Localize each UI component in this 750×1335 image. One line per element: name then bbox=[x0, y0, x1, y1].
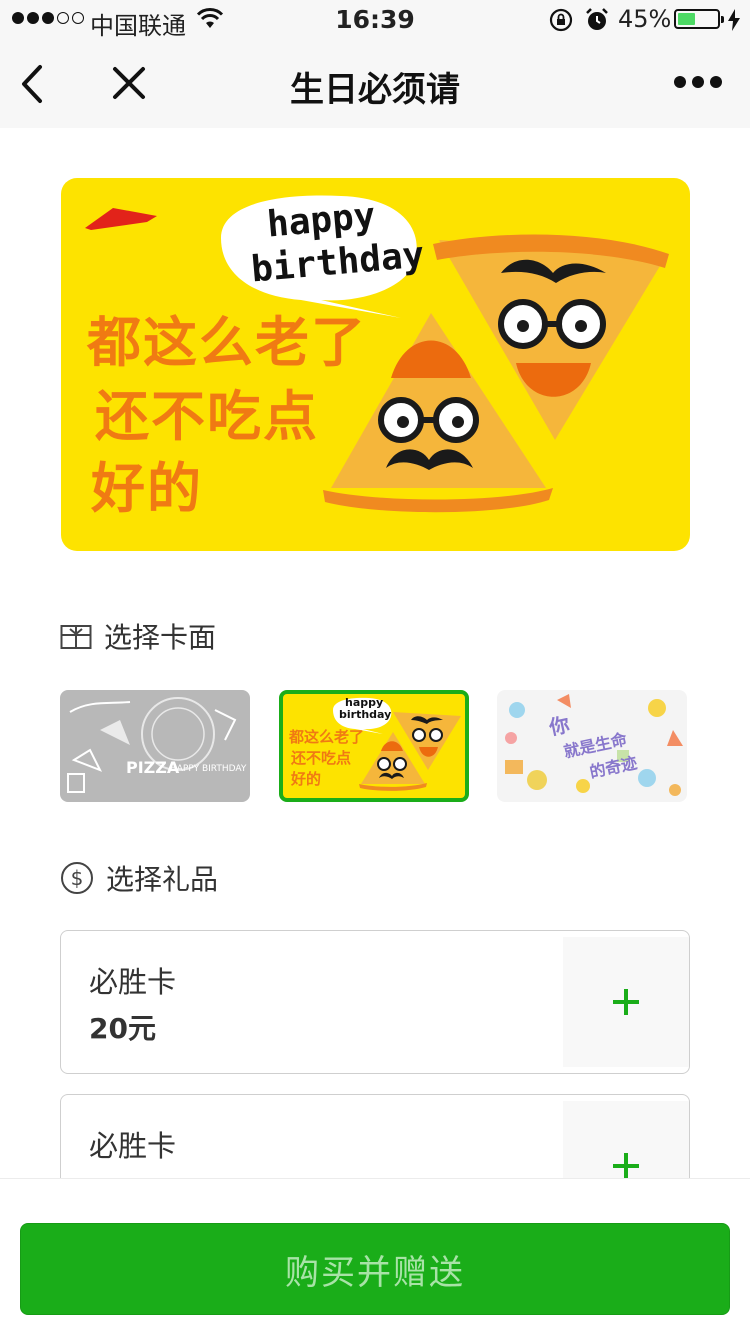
card-face-option-gray[interactable]: PIZZA HAPPY BIRTHDAY bbox=[60, 690, 250, 802]
charging-bolt-icon bbox=[728, 9, 740, 31]
slogan-line3: 好的 bbox=[91, 457, 203, 520]
gift-item: 必胜卡 20元 bbox=[60, 930, 690, 1074]
navigation-bar: 生日必须请 bbox=[0, 40, 750, 128]
gift-name: 必胜卡 bbox=[89, 965, 177, 999]
thumbnail-yellow-speech2: birthday bbox=[339, 708, 392, 721]
alarm-icon bbox=[586, 8, 608, 30]
gift-price: 20元 bbox=[89, 1012, 156, 1045]
gift-section-label: 选择礼品 bbox=[106, 863, 219, 896]
slogan-line2: 还不吃点 bbox=[95, 385, 319, 448]
slogan-line1: 都这么老了 bbox=[87, 311, 367, 374]
thumbnail-yellow-slogan1: 都这么老了 bbox=[289, 728, 365, 746]
pizza-hut-logo-icon bbox=[85, 208, 157, 230]
page-title: 生日必须请 bbox=[290, 70, 460, 110]
battery-icon bbox=[674, 9, 724, 29]
card-face-section-header: 选择卡面 bbox=[60, 616, 216, 656]
gift-box-icon bbox=[60, 625, 92, 649]
thumbnail-yellow-slogan2: 还不吃点 bbox=[291, 749, 352, 767]
card-face-option-yellow-selected[interactable]: happy birthday 都这么老了 还不吃点 好的 bbox=[279, 690, 469, 802]
rotation-lock-icon bbox=[549, 8, 573, 32]
gift-section-header: $ 选择礼品 bbox=[60, 858, 218, 898]
plus-icon bbox=[613, 989, 639, 1015]
more-dots-icon[interactable] bbox=[674, 76, 722, 88]
dollar-circle-icon: $ bbox=[61, 862, 93, 894]
status-bar: 中国联通 16:39 45% bbox=[0, 0, 750, 40]
add-gift-button[interactable] bbox=[563, 937, 689, 1067]
card-face-section-label: 选择卡面 bbox=[104, 621, 217, 654]
buy-and-gift-button[interactable]: 购买并赠送 bbox=[20, 1223, 730, 1315]
battery-percent: 45% bbox=[618, 5, 672, 33]
card-face-option-colorful[interactable]: 你 就是生命 的奇迹 bbox=[497, 690, 687, 802]
gift-name: 必胜卡 bbox=[89, 1129, 177, 1163]
svg-text:$: $ bbox=[71, 866, 84, 890]
thumbnail-yellow-slogan3: 好的 bbox=[291, 770, 322, 788]
plus-icon bbox=[613, 1153, 639, 1179]
bottom-action-bar: 购买并赠送 bbox=[0, 1178, 750, 1335]
thumbnail-gray-caption: HAPPY BIRTHDAY bbox=[170, 764, 247, 774]
selected-card-preview: happy birthday 都这么老了 还不吃点 好的 bbox=[61, 178, 690, 551]
